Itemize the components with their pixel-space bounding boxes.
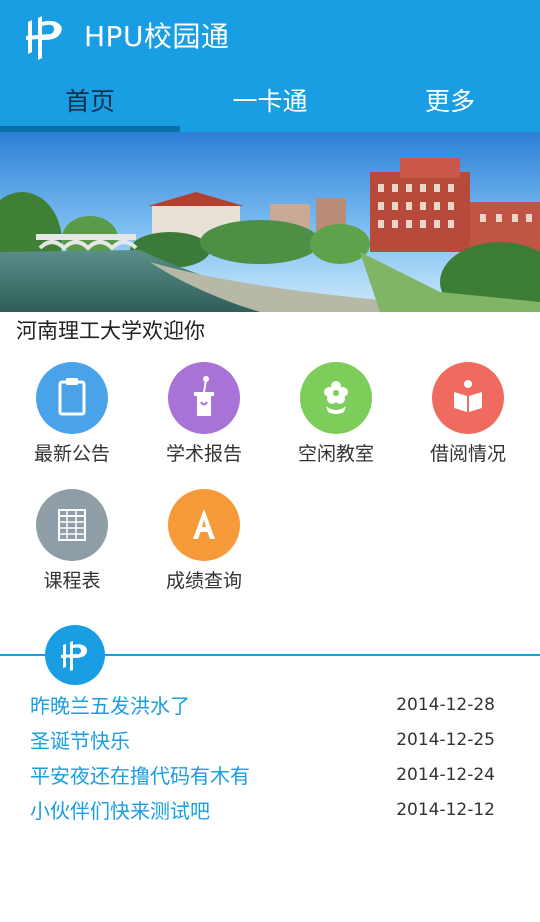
- news-item[interactable]: 昨晚兰五发洪水了 2014-12-28: [30, 690, 500, 722]
- news-title: 圣诞节快乐: [30, 729, 130, 753]
- grid-item-label: 成绩查询: [165, 570, 242, 592]
- app-bar: HPU校园通: [0, 0, 540, 76]
- app-title: HPU校园通: [84, 20, 230, 53]
- news-date: 2014-12-25: [396, 730, 495, 750]
- tab-home[interactable]: 首页: [0, 76, 180, 128]
- grid-item-label: 课程表: [43, 570, 101, 592]
- hpu-badge-icon: [45, 625, 105, 685]
- grid-item-label: 借阅情况: [429, 443, 506, 465]
- grid-item-label: 空闲教室: [297, 443, 374, 465]
- tab-card[interactable]: 一卡通: [180, 76, 360, 128]
- hpu-logo-icon: [26, 16, 62, 60]
- clipboard-icon: [36, 362, 108, 434]
- news-title: 平安夜还在撸代码有木有: [30, 764, 250, 788]
- news-title: 昨晚兰五发洪水了: [30, 694, 190, 718]
- grid-item-grade-query[interactable]: 成绩查询: [138, 489, 270, 599]
- grid-item-announcements[interactable]: 最新公告: [6, 362, 138, 472]
- tab-more[interactable]: 更多: [360, 76, 540, 128]
- grid-item-label: 学术报告: [165, 443, 242, 465]
- grid-item-label: 最新公告: [33, 443, 110, 465]
- news-date: 2014-12-12: [396, 800, 495, 820]
- grid-item-borrowing-status[interactable]: 借阅情况: [402, 362, 534, 472]
- news-date: 2014-12-28: [396, 695, 495, 715]
- news-item[interactable]: 平安夜还在撸代码有木有 2014-12-24: [30, 760, 500, 792]
- grid-item-academic-reports[interactable]: 学术报告: [138, 362, 270, 472]
- news-date: 2014-12-24: [396, 765, 495, 785]
- tab-bar: 首页 一卡通 更多: [0, 76, 540, 132]
- grid-item-free-classrooms[interactable]: 空闲教室: [270, 362, 402, 472]
- podium-icon: [168, 362, 240, 434]
- grid-item-course-schedule[interactable]: 课程表: [6, 489, 138, 599]
- table-icon: [36, 489, 108, 561]
- news-title: 小伙伴们快来测试吧: [30, 799, 210, 823]
- news-item[interactable]: 小伙伴们快来测试吧 2014-12-12: [30, 795, 500, 827]
- letter-a-icon: [168, 489, 240, 561]
- welcome-caption: 河南理工大学欢迎你: [16, 319, 205, 343]
- news-item[interactable]: 圣诞节快乐 2014-12-25: [30, 725, 500, 757]
- campus-banner-image[interactable]: [0, 132, 540, 312]
- book-icon: [432, 362, 504, 434]
- flower-icon: [300, 362, 372, 434]
